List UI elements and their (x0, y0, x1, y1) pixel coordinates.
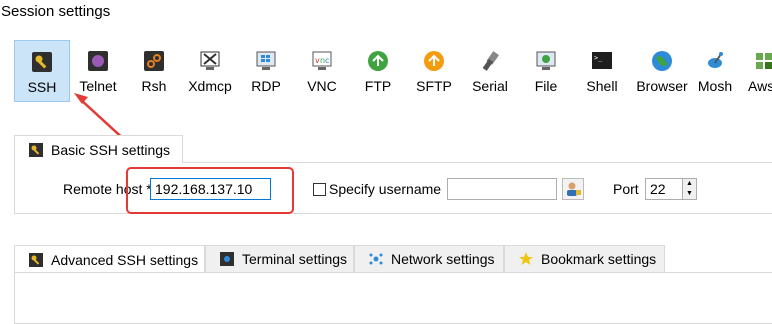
tab-terminal-settings[interactable]: Terminal settings (205, 245, 354, 273)
ssh-key-icon (29, 252, 43, 267)
spin-down-icon[interactable]: ▼ (683, 189, 696, 199)
tab-advanced-ssh-settings[interactable]: Advanced SSH settings (14, 245, 205, 273)
ssh-key-icon (29, 142, 43, 157)
annotation-highlight-box (126, 167, 294, 214)
advanced-settings-panel (14, 272, 772, 324)
network-icon (369, 252, 383, 266)
tab-label: Terminal settings (242, 251, 348, 267)
tab-basic-ssh-settings[interactable]: Basic SSH settings (14, 135, 183, 163)
specify-username-label: Specify username (329, 181, 442, 197)
star-icon (519, 252, 533, 266)
port-label: Port (613, 181, 639, 197)
port-input[interactable]: 22 (645, 178, 683, 200)
user-icon (567, 182, 581, 196)
tab-label: Bookmark settings (541, 251, 657, 267)
terminal-icon (220, 252, 234, 266)
tab-label: Network settings (391, 251, 495, 267)
port-spinner[interactable]: ▲ ▼ (682, 178, 697, 200)
user-lookup-button[interactable] (562, 178, 584, 200)
tab-label: Advanced SSH settings (51, 251, 199, 268)
tab-network-settings[interactable]: Network settings (354, 245, 504, 273)
tab-label: Basic SSH settings (51, 141, 171, 158)
spin-up-icon[interactable]: ▲ (683, 179, 696, 189)
tab-bookmark-settings[interactable]: Bookmark settings (504, 245, 665, 273)
specify-username-checkbox[interactable] (313, 183, 326, 196)
username-input[interactable] (447, 178, 557, 200)
